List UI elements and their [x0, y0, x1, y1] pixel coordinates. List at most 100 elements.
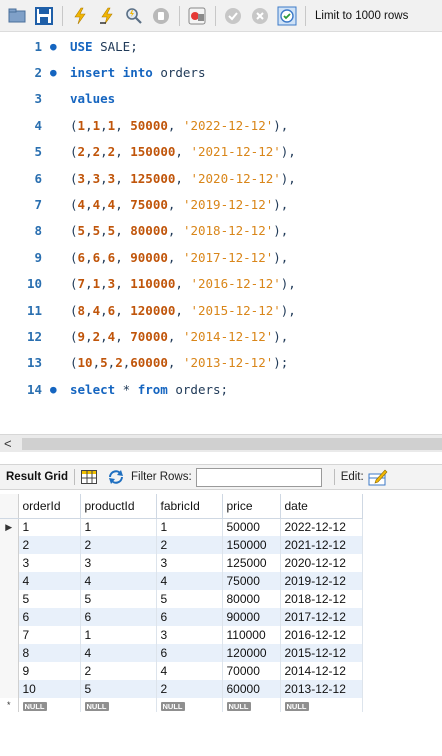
table-cell[interactable]: 2017-12-12 — [280, 608, 363, 626]
table-cell[interactable]: 4 — [156, 662, 223, 680]
table-cell[interactable]: 60000 — [222, 680, 281, 698]
table-row[interactable]: 2 2 2 150000 2021-12-12 — [0, 536, 363, 554]
code-line[interactable]: 8 (5,5,5, 80000, '2018-12-12'), — [0, 218, 442, 244]
code-line[interactable]: 5 (2,2,2, 150000, '2021-12-12'), — [0, 139, 442, 165]
row-indicator[interactable] — [0, 572, 19, 590]
row-indicator[interactable] — [0, 590, 19, 608]
table-cell[interactable]: 7 — [18, 626, 81, 644]
table-cell[interactable]: 2 — [156, 680, 223, 698]
table-cell[interactable]: 8 — [18, 644, 81, 662]
table-cell[interactable]: 2019-12-12 — [280, 572, 363, 590]
table-cell[interactable]: 1 — [18, 518, 81, 536]
table-cell[interactable]: 6 — [156, 608, 223, 626]
code-line[interactable]: 3 values — [0, 86, 442, 112]
code-line[interactable]: 1 ● USE SALE; — [0, 33, 442, 59]
result-grid-tab[interactable]: Result Grid — [6, 471, 68, 483]
table-cell[interactable]: 2018-12-12 — [280, 590, 363, 608]
table-cell[interactable]: 2020-12-12 — [280, 554, 363, 572]
code-line[interactable]: 13 (10,5,2,60000, '2013-12-12'); — [0, 350, 442, 376]
commit-icon[interactable] — [222, 5, 244, 27]
table-cell[interactable]: 1 — [80, 518, 157, 536]
code-line[interactable]: 6 (3,3,3, 125000, '2020-12-12'), — [0, 165, 442, 191]
null-cell[interactable]: NULL — [280, 698, 363, 712]
table-cell[interactable]: 1 — [156, 518, 223, 536]
table-cell[interactable]: 3 — [18, 554, 81, 572]
table-row[interactable]: 4 4 4 75000 2019-12-12 — [0, 572, 363, 590]
table-cell[interactable]: 4 — [18, 572, 81, 590]
grid-view-icon[interactable] — [80, 470, 97, 484]
column-header-date[interactable]: date — [280, 494, 363, 519]
table-cell[interactable]: 2021-12-12 — [280, 536, 363, 554]
code-line[interactable]: 12 (9,2,4, 70000, '2014-12-12'), — [0, 323, 442, 349]
code-line[interactable]: 14 ● select * from orders; — [0, 376, 442, 402]
table-cell[interactable]: 2015-12-12 — [280, 644, 363, 662]
toggle-error-continue-icon[interactable] — [186, 5, 208, 27]
code-line[interactable]: 2 ● insert into orders — [0, 59, 442, 85]
table-cell[interactable]: 3 — [156, 626, 223, 644]
table-row[interactable]: 3 3 3 125000 2020-12-12 — [0, 554, 363, 572]
row-indicator[interactable] — [0, 644, 19, 662]
column-header-price[interactable]: price — [222, 494, 281, 519]
current-row-indicator[interactable]: ▶ — [0, 518, 19, 536]
refresh-icon[interactable] — [107, 469, 125, 485]
row-indicator[interactable] — [0, 662, 19, 680]
table-cell[interactable]: 75000 — [222, 572, 281, 590]
table-cell[interactable]: 5 — [80, 590, 157, 608]
table-cell[interactable]: 4 — [80, 572, 157, 590]
stop-icon[interactable] — [150, 5, 172, 27]
table-cell[interactable]: 4 — [156, 572, 223, 590]
table-cell[interactable]: 6 — [18, 608, 81, 626]
table-cell[interactable]: 4 — [80, 644, 157, 662]
table-cell[interactable]: 2 — [156, 536, 223, 554]
table-row[interactable]: 8 4 6 120000 2015-12-12 — [0, 644, 363, 662]
null-cell[interactable]: NULL — [222, 698, 281, 712]
table-cell[interactable]: 125000 — [222, 554, 281, 572]
table-cell[interactable]: 5 — [18, 590, 81, 608]
null-cell[interactable]: NULL — [156, 698, 223, 712]
table-cell[interactable]: 2022-12-12 — [280, 518, 363, 536]
table-cell[interactable]: 5 — [156, 590, 223, 608]
table-row[interactable]: 6 6 6 90000 2017-12-12 — [0, 608, 363, 626]
table-cell[interactable]: 2016-12-12 — [280, 626, 363, 644]
column-header-fabricid[interactable]: fabricId — [156, 494, 223, 519]
table-cell[interactable]: 2 — [18, 536, 81, 554]
code-line[interactable]: 11 (8,4,6, 120000, '2015-12-12'), — [0, 297, 442, 323]
table-cell[interactable]: 2 — [80, 662, 157, 680]
table-cell[interactable]: 5 — [80, 680, 157, 698]
table-cell[interactable]: 10 — [18, 680, 81, 698]
table-row[interactable]: 10 5 2 60000 2013-12-12 — [0, 680, 363, 698]
table-cell[interactable]: 9 — [18, 662, 81, 680]
code-line[interactable]: 7 (4,4,4, 75000, '2019-12-12'), — [0, 191, 442, 217]
row-indicator[interactable] — [0, 608, 19, 626]
scrollbar-thumb[interactable] — [22, 438, 442, 450]
table-cell[interactable]: 6 — [80, 608, 157, 626]
row-indicator[interactable] — [0, 554, 19, 572]
table-cell[interactable]: 1 — [80, 626, 157, 644]
null-cell[interactable]: NULL — [80, 698, 157, 712]
table-row[interactable]: 5 5 5 80000 2018-12-12 — [0, 590, 363, 608]
result-grid[interactable]: orderId productId fabricId price date ▶ 1 1 1 50… — [0, 494, 442, 712]
table-cell[interactable]: 6 — [156, 644, 223, 662]
table-cell[interactable]: 2013-12-12 — [280, 680, 363, 698]
explain-magnifier-icon[interactable] — [123, 5, 145, 27]
open-folder-icon[interactable] — [6, 5, 28, 27]
limit-rows-select[interactable]: Limit to 1000 rows — [315, 10, 408, 22]
null-cell[interactable]: NULL — [18, 698, 81, 712]
table-cell[interactable]: 80000 — [222, 590, 281, 608]
table-cell[interactable]: 90000 — [222, 608, 281, 626]
code-line[interactable]: 10 (7,1,3, 110000, '2016-12-12'), — [0, 271, 442, 297]
table-row[interactable]: 9 2 4 70000 2014-12-12 — [0, 662, 363, 680]
column-header-orderid[interactable]: orderId — [18, 494, 81, 519]
row-indicator[interactable] — [0, 536, 19, 554]
table-cell[interactable]: 120000 — [222, 644, 281, 662]
editor-horizontal-scrollbar[interactable]: < — [0, 434, 442, 452]
row-indicator[interactable] — [0, 626, 19, 644]
autocommit-icon[interactable] — [276, 5, 298, 27]
table-cell[interactable]: 2014-12-12 — [280, 662, 363, 680]
filter-rows-input[interactable] — [195, 467, 322, 487]
row-indicator[interactable] — [0, 680, 19, 698]
table-row[interactable]: ▶ 1 1 1 50000 2022-12-12 — [0, 518, 363, 536]
new-row[interactable]: * NULL NULL NULL NULL NULL — [0, 698, 363, 712]
scroll-left-arrow[interactable]: < — [4, 436, 12, 451]
table-cell[interactable]: 3 — [156, 554, 223, 572]
